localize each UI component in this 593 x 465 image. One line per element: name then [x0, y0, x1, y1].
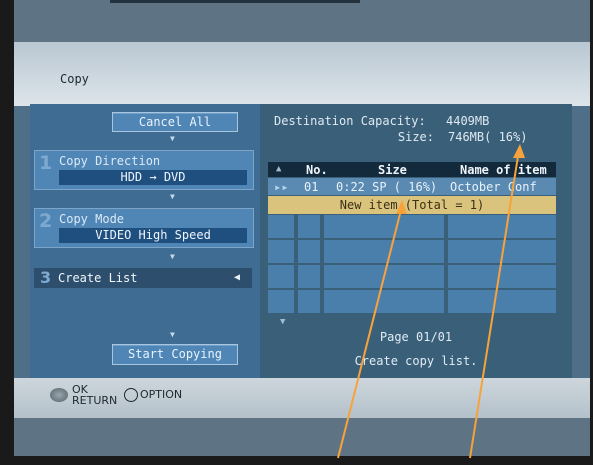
annotation-arrow — [469, 149, 520, 459]
annotation-arrowhead — [396, 200, 407, 214]
annotation-arrow — [337, 205, 403, 459]
annotation-arrowhead — [513, 144, 525, 158]
annotation-arrows — [337, 144, 525, 459]
